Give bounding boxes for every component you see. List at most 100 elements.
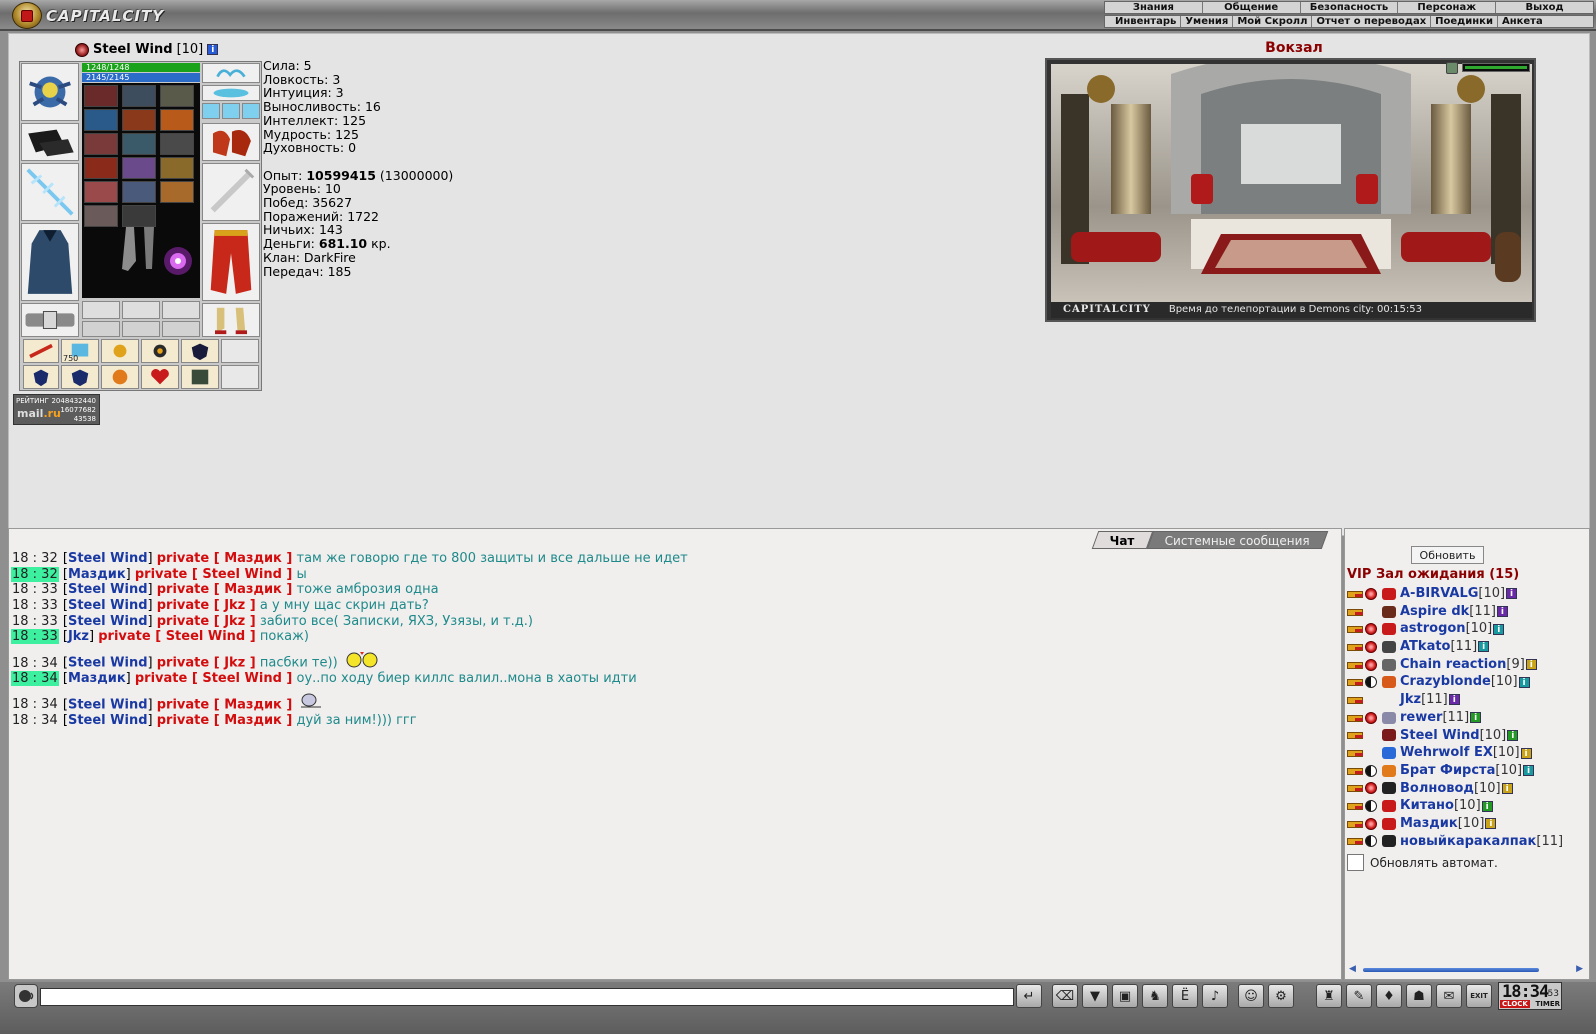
private-message-icon[interactable] <box>1347 712 1365 724</box>
menu-transfer-report[interactable]: Отчет о переводах <box>1312 16 1432 27</box>
chat-timestamp[interactable]: 18 : 33 <box>11 582 59 597</box>
scroll-slot-6[interactable] <box>23 365 59 389</box>
user-name[interactable]: Jkz <box>1400 691 1421 709</box>
empty-charm-3[interactable] <box>162 321 200 337</box>
clan-emblem-icon[interactable] <box>1379 728 1399 742</box>
speaker-head-icon[interactable] <box>14 984 38 1008</box>
tab-chat[interactable]: Чат <box>1092 531 1154 549</box>
chat-timestamp[interactable]: 18 : 34 <box>11 656 59 671</box>
user-info-icon[interactable]: i <box>1520 747 1532 759</box>
scroll-slot-5[interactable] <box>181 339 219 363</box>
clan-emblem-icon[interactable] <box>1379 764 1399 778</box>
chat-timestamp[interactable]: 18 : 34 <box>11 713 59 728</box>
menu-security[interactable]: Безопасность <box>1301 2 1399 13</box>
scroll-slot-empty-2[interactable] <box>221 365 259 389</box>
user-info-icon[interactable]: i <box>1485 818 1497 830</box>
user-name[interactable]: ATkato <box>1400 638 1450 656</box>
user-name[interactable]: A-BIRVALG <box>1400 585 1478 603</box>
amulet-slot[interactable] <box>202 85 260 101</box>
clan-emblem-icon[interactable] <box>1379 640 1399 654</box>
user-info-icon[interactable]: i <box>1470 712 1482 724</box>
clan-icon[interactable] <box>75 42 89 57</box>
user-name[interactable]: Aspire dk <box>1400 603 1469 621</box>
user-info-icon[interactable]: i <box>1493 623 1505 635</box>
chat-private-tag[interactable]: private [ Steel Wind ] <box>98 629 255 644</box>
empty-rune-2[interactable] <box>122 301 160 319</box>
chat-sender[interactable]: Jkz <box>68 629 89 644</box>
chat-timestamp[interactable]: 18 : 32 <box>11 551 59 566</box>
user-name[interactable]: Steel Wind <box>1400 727 1480 745</box>
clan-emblem-icon[interactable] <box>1379 693 1399 707</box>
chat-sender[interactable]: Steel Wind <box>68 614 148 629</box>
message-icon[interactable]: ✉ <box>1436 984 1462 1008</box>
chat-private-tag[interactable]: private [ Jkz ] <box>157 598 256 613</box>
chat-private-tag[interactable]: private [ Steel Wind ] <box>135 567 292 582</box>
scroll-slot-empty-1[interactable] <box>221 339 259 363</box>
user-name[interactable]: rewer <box>1400 709 1442 727</box>
chat-sender[interactable]: Steel Wind <box>68 551 148 566</box>
chat-timestamp[interactable]: 18 : 33 <box>11 598 59 613</box>
clan-emblem-icon[interactable] <box>1379 746 1399 760</box>
chat-private-tag[interactable]: private [ Маздик ] <box>157 551 293 566</box>
private-message-icon[interactable] <box>1347 729 1365 741</box>
smiley-icon[interactable]: ☺ <box>1238 984 1264 1008</box>
user-info-icon[interactable]: i <box>1448 694 1460 706</box>
chat-sender[interactable]: Steel Wind <box>68 582 148 597</box>
clan-emblem-icon[interactable] <box>1379 781 1399 795</box>
weapon-slot[interactable] <box>21 163 79 221</box>
horizontal-scrollbar[interactable]: ◀ ▶ <box>1349 963 1583 975</box>
user-name[interactable]: Волновод <box>1400 780 1474 798</box>
menu-communication[interactable]: Общение <box>1203 2 1301 13</box>
scroll-slot-2[interactable]: 750 <box>61 339 99 363</box>
menu-character[interactable]: Персонаж <box>1398 2 1497 13</box>
user-name[interactable]: Брат Фирста <box>1400 762 1495 780</box>
user-name[interactable]: Chain reaction <box>1400 656 1506 674</box>
bag-icon[interactable]: ♜ <box>1316 984 1342 1008</box>
chat-sender[interactable]: Steel Wind <box>68 713 148 728</box>
private-message-icon[interactable] <box>1347 747 1365 759</box>
empty-charm-1[interactable] <box>82 321 120 337</box>
user-info-icon[interactable]: i <box>1506 588 1518 600</box>
private-message-icon[interactable] <box>1347 659 1365 671</box>
user-name[interactable]: новыйкаракалпак <box>1400 833 1536 851</box>
send-icon[interactable]: ↵ <box>1016 984 1042 1008</box>
scroll-slot-4[interactable] <box>141 339 179 363</box>
clear-icon[interactable]: ⌫ <box>1052 984 1078 1008</box>
private-message-icon[interactable] <box>1347 694 1365 706</box>
chat-private-tag[interactable]: private [ Маздик ] <box>157 713 293 728</box>
refresh-button[interactable]: Обновить <box>1411 546 1484 564</box>
scroll-slot-8[interactable] <box>101 365 139 389</box>
menu-exit[interactable]: Выход <box>1496 2 1593 13</box>
menu-inventory[interactable]: Инвентарь <box>1111 16 1182 27</box>
friends-icon[interactable]: ☗ <box>1406 984 1432 1008</box>
chat-timestamp[interactable]: 18 : 34 <box>11 697 59 712</box>
scroll-thumb[interactable] <box>1363 968 1539 972</box>
character-info-icon[interactable]: i <box>207 44 219 55</box>
chat-sender[interactable]: Steel Wind <box>68 598 148 613</box>
user-info-icon[interactable]: i <box>1507 729 1519 741</box>
private-message-icon[interactable] <box>1347 835 1365 847</box>
rating-counter[interactable]: РЕЙТИНГ 2048432440 mail.ru 16077682 4353… <box>13 394 100 425</box>
chat-sender[interactable]: Маздик <box>68 671 126 686</box>
scroll-icon[interactable]: ✎ <box>1346 984 1372 1008</box>
menu-knowledge[interactable]: Знания <box>1105 2 1203 13</box>
clan-emblem-icon[interactable] <box>1379 834 1399 848</box>
clan-emblem-icon[interactable] <box>1379 622 1399 636</box>
user-name[interactable]: Маздик <box>1400 815 1458 833</box>
chat-timestamp[interactable]: 18 : 33 <box>11 629 59 645</box>
chat-sender[interactable]: Steel Wind <box>68 656 148 671</box>
menu-my-scroll[interactable]: Мой Скролл <box>1233 16 1313 27</box>
scroll-right-icon[interactable]: ▶ <box>1576 964 1583 974</box>
empty-rune-3[interactable] <box>162 301 200 319</box>
run-icon[interactable]: ♞ <box>1142 984 1168 1008</box>
boots-slot[interactable] <box>202 303 260 337</box>
ring-slot-2[interactable] <box>222 103 240 119</box>
armor-slot[interactable] <box>21 223 79 301</box>
chat-private-tag[interactable]: private [ Маздик ] <box>157 697 293 712</box>
empty-charm-2[interactable] <box>122 321 160 337</box>
auto-refresh-checkbox[interactable] <box>1347 854 1364 871</box>
helmet-slot[interactable] <box>21 63 79 121</box>
chat-input[interactable] <box>40 988 1014 1006</box>
scroll-slot-10[interactable] <box>181 365 219 389</box>
menu-skills[interactable]: Умения <box>1181 16 1234 27</box>
